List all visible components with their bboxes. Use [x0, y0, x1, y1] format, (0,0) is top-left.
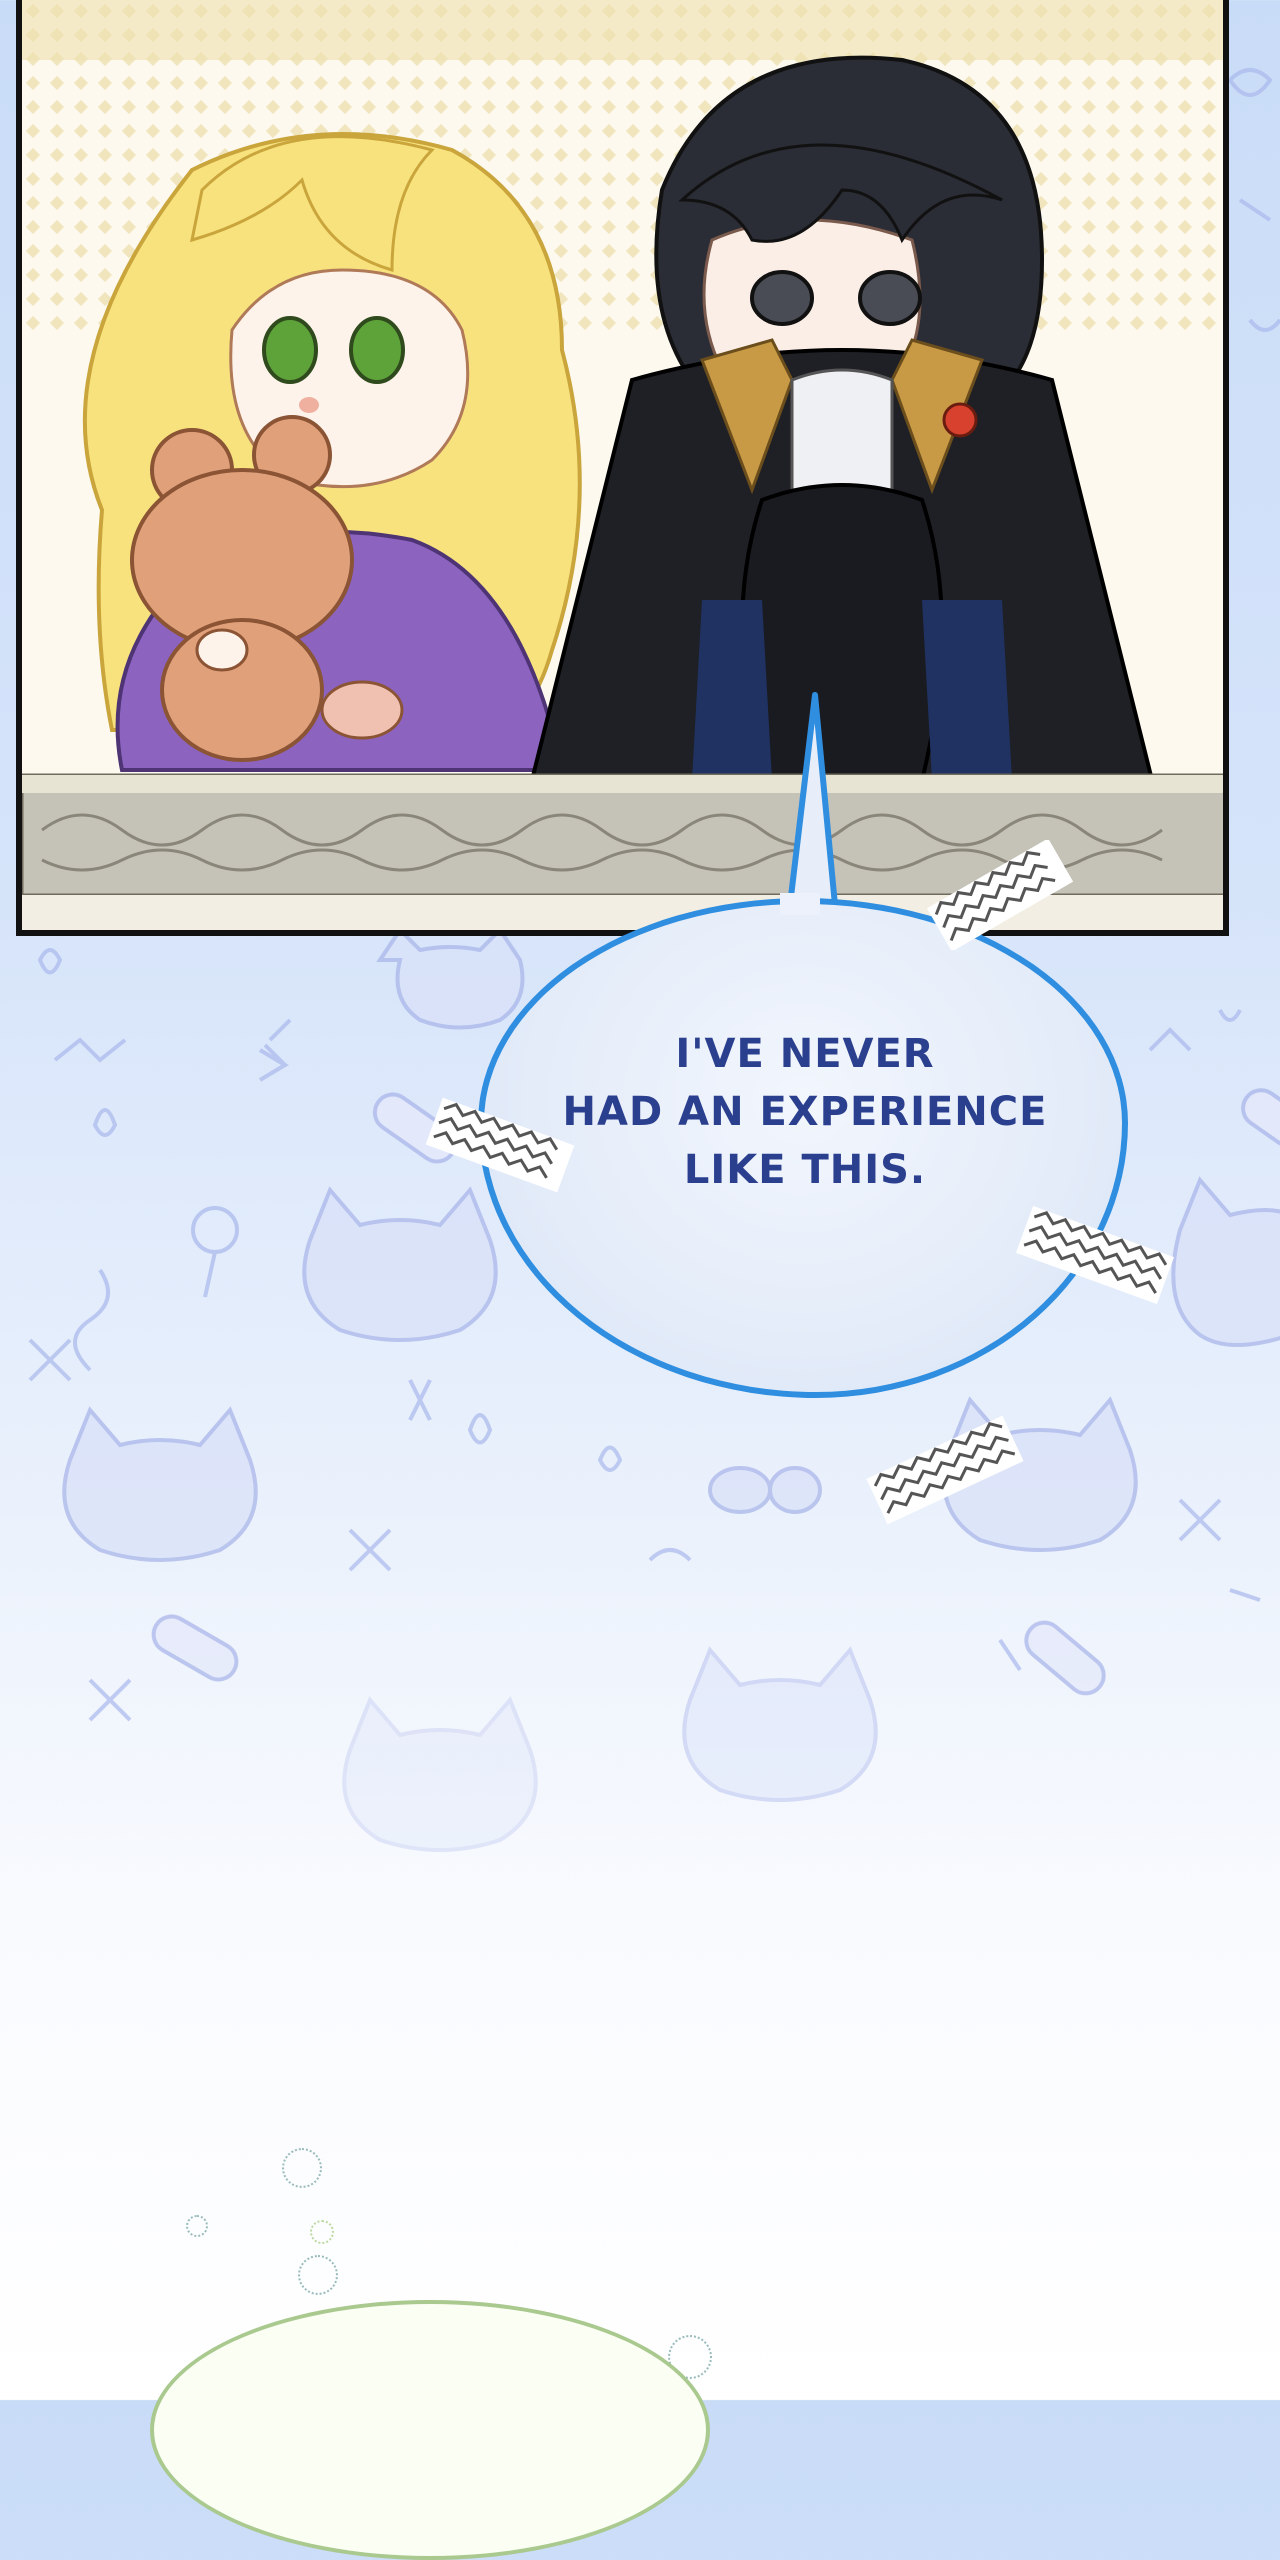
next-speech-bubble	[150, 2300, 710, 2560]
sparkle	[186, 2215, 208, 2237]
speech-bubble-text: I'VE NEVER HAD AN EXPERIENCE LIKE THIS.	[562, 1031, 1048, 1193]
blonde-girl	[82, 132, 582, 772]
zigzag-mark	[926, 840, 1074, 950]
zigzag-mark	[1015, 1205, 1175, 1305]
panel-illustration	[22, 0, 1223, 930]
sparkle	[282, 2148, 322, 2188]
zigzag-mark	[866, 1415, 1024, 1525]
sparkle	[298, 2255, 338, 2295]
bubble-tail-cover	[780, 893, 820, 915]
speech-bubble-tail	[787, 692, 838, 908]
comic-panel	[16, 0, 1229, 936]
sparkle	[310, 2220, 334, 2244]
zigzag-mark	[425, 1097, 575, 1193]
